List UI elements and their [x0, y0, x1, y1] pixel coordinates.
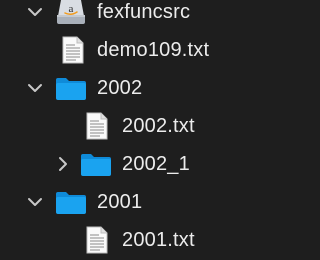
text-file-icon [86, 226, 108, 254]
folder-icon [81, 154, 111, 176]
tree-item-label: demo109.txt [97, 39, 210, 61]
tree-row-2002-txt[interactable]: 2002.txt [0, 107, 282, 145]
file-tree: a fexfuncsrc demo109.txt 2002 2002.txt 2… [0, 0, 282, 259]
tree-row-2001[interactable]: 2001 [0, 183, 282, 221]
tree-row-2002-1[interactable]: 2002_1 [0, 145, 282, 183]
text-file-icon [62, 36, 84, 64]
text-file-icon [86, 112, 108, 140]
tree-row-2002[interactable]: 2002 [0, 69, 282, 107]
tree-item-label: 2002.txt [122, 115, 195, 137]
chevron-down-icon[interactable] [27, 194, 43, 210]
tree-row-fexfuncsrc[interactable]: a fexfuncsrc [0, 0, 282, 31]
folder-icon [56, 192, 86, 214]
tree-row-2001-txt[interactable]: 2001.txt [0, 221, 282, 259]
tree-item-label: 2002 [97, 77, 143, 99]
tree-item-label: fexfuncsrc [97, 1, 191, 23]
tree-row-demo109-txt[interactable]: demo109.txt [0, 31, 282, 69]
tree-item-label: 2002_1 [122, 153, 190, 175]
chevron-right-icon[interactable] [55, 156, 71, 172]
amazon-drive-icon: a [57, 0, 85, 24]
folder-icon [56, 78, 86, 100]
tree-item-label: 2001.txt [122, 229, 195, 251]
chevron-down-icon[interactable] [27, 4, 43, 20]
chevron-down-icon[interactable] [27, 80, 43, 96]
tree-item-label: 2001 [97, 191, 143, 213]
